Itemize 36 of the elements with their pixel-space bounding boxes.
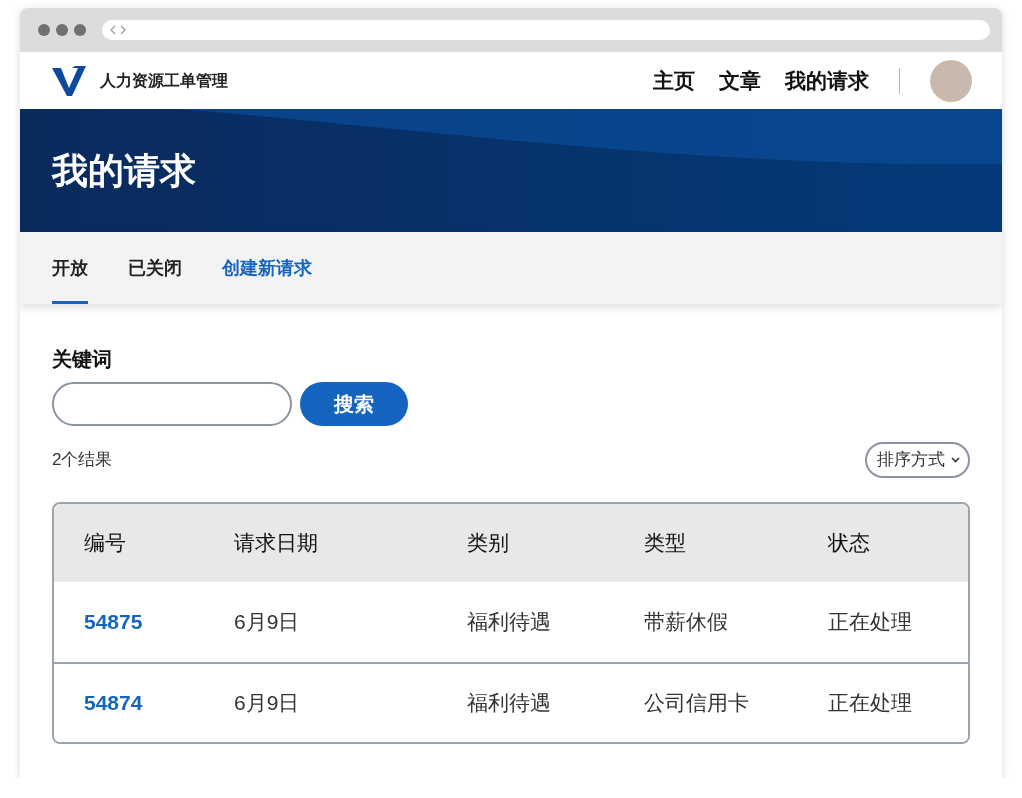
table-cell-text: 公司信用卡 xyxy=(644,690,750,717)
window-dot[interactable] xyxy=(74,24,86,36)
nav-link-item[interactable]: 我的请求 xyxy=(785,64,869,97)
table-cell-text: 正在处理 xyxy=(828,690,913,717)
result-count: 2个结果 xyxy=(52,449,113,472)
tab[interactable]: 已关闭 xyxy=(128,232,182,304)
chevron-down-icon xyxy=(951,457,960,463)
back-icon[interactable] xyxy=(110,25,116,35)
window-dot[interactable] xyxy=(38,24,50,36)
nav-link-item[interactable]: 文章 xyxy=(719,64,761,97)
page-heading: 我的请求 xyxy=(52,148,196,193)
keyword-label: 关键词 xyxy=(52,347,113,372)
table-cell-text: 正在处理 xyxy=(828,609,913,636)
column-header: 请求日期 xyxy=(234,530,319,557)
avatar[interactable] xyxy=(930,59,972,102)
tab[interactable]: 开放 xyxy=(52,232,88,304)
table-cell-text: 福利待遇 xyxy=(467,690,552,717)
keyword-field[interactable] xyxy=(52,382,292,426)
column-header: 编号 xyxy=(84,530,127,557)
table-cell-text: 6月9日 xyxy=(234,609,301,636)
table-cell-text: 6月9日 xyxy=(234,690,301,717)
search-button[interactable]: 搜索 xyxy=(300,382,408,426)
column-header: 类别 xyxy=(467,530,510,557)
request-id-link[interactable]: 54874 xyxy=(84,691,143,715)
logo-icon xyxy=(52,65,86,96)
column-header: 类型 xyxy=(644,530,687,557)
column-header: 状态 xyxy=(828,530,871,557)
table-cell-text: 带薪休假 xyxy=(644,609,729,636)
window-dot[interactable] xyxy=(56,24,68,36)
request-id-link[interactable]: 54875 xyxy=(84,610,143,634)
site-title: 人力资源工单管理 xyxy=(100,70,228,91)
create-request-link[interactable]: 创建新请求 xyxy=(222,232,312,304)
nav-link-item[interactable]: 主页 xyxy=(653,64,695,97)
table-cell-text: 福利待遇 xyxy=(467,609,552,636)
forward-icon[interactable] xyxy=(120,25,126,35)
sort-dropdown[interactable]: 排序方式 xyxy=(865,442,970,478)
